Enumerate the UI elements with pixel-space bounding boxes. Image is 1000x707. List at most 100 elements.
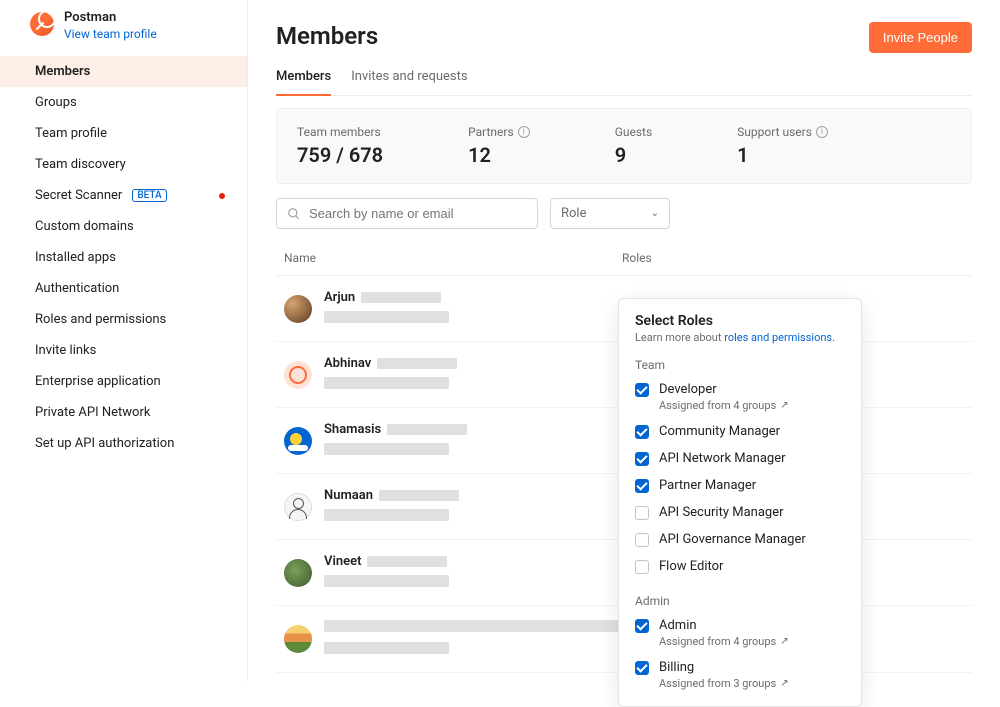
sidebar-item-label: Secret Scanner — [35, 188, 122, 203]
avatar — [284, 493, 312, 521]
sidebar-item-installed-apps[interactable]: Installed apps — [0, 242, 247, 273]
search-box[interactable] — [276, 198, 538, 229]
role-option-partner-manager[interactable]: Partner Manager — [619, 472, 861, 499]
sidebar-item-label: Custom domains — [35, 219, 134, 234]
redacted-placeholder — [367, 556, 447, 567]
stat-label: Team members — [297, 125, 381, 139]
avatar — [284, 625, 312, 653]
sidebar-item-roles-and-permissions[interactable]: Roles and permissions — [0, 304, 247, 335]
checkbox[interactable] — [635, 619, 649, 633]
sidebar-item-label: Set up API authorization — [35, 436, 174, 451]
member-name-col: Numaan — [324, 488, 622, 525]
role-option-api-network-manager[interactable]: API Network Manager — [619, 445, 861, 472]
checkbox[interactable] — [635, 533, 649, 547]
role-option-hint: Assigned from 4 groups↗ — [659, 399, 789, 412]
stat-label: Guests — [615, 125, 652, 139]
redacted-placeholder — [324, 509, 449, 521]
column-roles: Roles — [622, 251, 964, 265]
role-option-api-security-manager[interactable]: API Security Manager — [619, 499, 861, 526]
role-option-billing[interactable]: BillingAssigned from 3 groups↗ — [619, 654, 861, 696]
team-header: Postman View team profile — [0, 6, 247, 50]
checkbox[interactable] — [635, 506, 649, 520]
role-option-api-governance-manager[interactable]: API Governance Manager — [619, 526, 861, 553]
sidebar-item-set-up-api-authorization[interactable]: Set up API authorization — [0, 428, 247, 459]
role-option-label: Admin — [659, 618, 789, 633]
sidebar-item-label: Members — [35, 64, 90, 79]
popover-subtitle: Learn more about roles and permissions. — [619, 329, 861, 344]
stat-value: 12 — [468, 143, 530, 167]
stats-card: Team members 759 / 678 Partnersi 12 Gues… — [276, 108, 972, 184]
role-option-hint: Assigned from 3 groups↗ — [659, 677, 789, 690]
stat-partners: Partnersi 12 — [468, 125, 530, 167]
page-title: Members — [276, 22, 378, 50]
role-option-flow-editor[interactable]: Flow Editor — [619, 553, 861, 580]
column-name: Name — [284, 251, 622, 265]
stat-value: 1 — [737, 143, 828, 167]
chevron-down-icon: ⌄ — [651, 208, 659, 219]
checkbox[interactable] — [635, 479, 649, 493]
roles-permissions-link[interactable]: roles and permissions. — [724, 331, 835, 344]
member-name-col: Shamasis — [324, 422, 622, 459]
checkbox[interactable] — [635, 452, 649, 466]
team-logo-icon — [30, 12, 54, 36]
avatar — [284, 427, 312, 455]
checkbox[interactable] — [635, 425, 649, 439]
member-name: Shamasis — [324, 422, 381, 437]
checkbox[interactable] — [635, 661, 649, 675]
member-name: Vineet — [324, 554, 361, 569]
popover-section-heading: Admin — [619, 580, 861, 612]
sidebar-item-secret-scanner[interactable]: Secret Scanner BETA — [0, 180, 247, 211]
search-input[interactable] — [309, 206, 527, 221]
table-header: Name Roles — [276, 251, 972, 276]
sidebar-item-enterprise-application[interactable]: Enterprise application — [0, 366, 247, 397]
alert-dot-icon — [219, 193, 225, 199]
stat-support-users: Support usersi 1 — [737, 125, 828, 167]
sidebar-item-label: Private API Network — [35, 405, 150, 420]
sidebar-item-authentication[interactable]: Authentication — [0, 273, 247, 304]
sidebar-item-label: Invite links — [35, 343, 96, 358]
member-name-col: Abhinav — [324, 356, 622, 393]
sidebar: Postman View team profile MembersGroupsT… — [0, 0, 248, 681]
tab-members[interactable]: Members — [276, 69, 331, 96]
tab-invites-and-requests[interactable]: Invites and requests — [351, 69, 467, 96]
view-team-profile-link[interactable]: View team profile — [64, 27, 157, 41]
beta-badge: BETA — [132, 189, 166, 202]
sidebar-item-team-discovery[interactable]: Team discovery — [0, 149, 247, 180]
role-option-admin[interactable]: AdminAssigned from 4 groups↗ — [619, 612, 861, 654]
stat-team-members: Team members 759 / 678 — [297, 125, 383, 167]
redacted-placeholder — [379, 490, 459, 501]
role-filter-label: Role — [561, 206, 586, 221]
info-icon[interactable]: i — [816, 126, 828, 138]
redacted-placeholder — [324, 575, 449, 587]
role-option-developer[interactable]: Developer Assigned from 4 groups↗ — [619, 376, 861, 418]
redacted-placeholder — [377, 358, 457, 369]
role-option-label: API Security Manager — [659, 505, 784, 520]
external-link-icon: ↗ — [780, 400, 788, 411]
member-name-col — [324, 620, 622, 658]
sidebar-item-team-profile[interactable]: Team profile — [0, 118, 247, 149]
select-roles-popover: Select Roles Learn more about roles and … — [618, 298, 862, 707]
sidebar-item-private-api-network[interactable]: Private API Network — [0, 397, 247, 428]
role-filter-select[interactable]: Role ⌄ — [550, 198, 670, 229]
sidebar-item-groups[interactable]: Groups — [0, 87, 247, 118]
redacted-placeholder — [324, 377, 449, 389]
avatar — [284, 559, 312, 587]
sidebar-item-custom-domains[interactable]: Custom domains — [0, 211, 247, 242]
redacted-placeholder — [324, 311, 449, 323]
role-option-label: API Governance Manager — [659, 532, 806, 547]
role-option-community-manager[interactable]: Community Manager — [619, 418, 861, 445]
invite-people-button[interactable]: Invite People — [869, 22, 972, 53]
member-name-col: Arjun — [324, 290, 622, 327]
sidebar-item-members[interactable]: Members — [0, 56, 247, 87]
checkbox[interactable] — [635, 560, 649, 574]
info-icon[interactable]: i — [518, 126, 530, 138]
member-name: Numaan — [324, 488, 373, 503]
role-option-label: Developer — [659, 382, 789, 397]
sidebar-item-label: Roles and permissions — [35, 312, 166, 327]
external-link-icon: ↗ — [780, 678, 788, 689]
role-option-label: Flow Editor — [659, 559, 723, 574]
sidebar-item-label: Team discovery — [35, 157, 126, 172]
sidebar-item-label: Authentication — [35, 281, 119, 296]
checkbox[interactable] — [635, 383, 649, 397]
sidebar-item-invite-links[interactable]: Invite links — [0, 335, 247, 366]
